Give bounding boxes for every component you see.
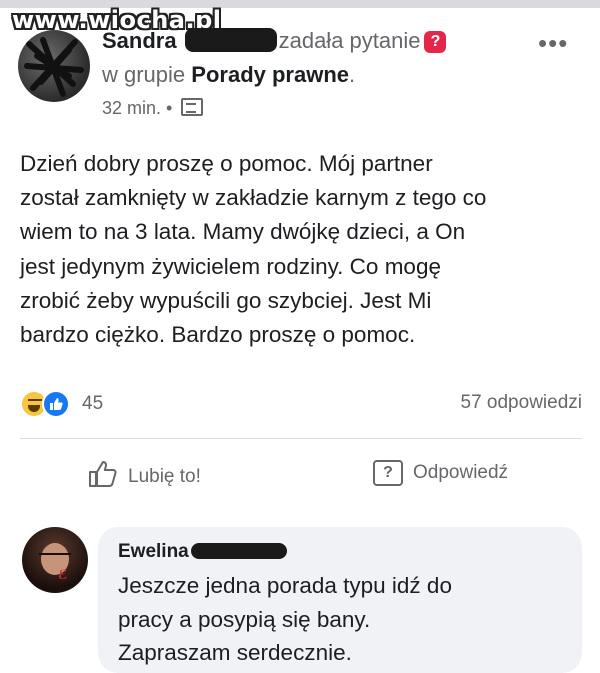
divider: [20, 438, 582, 439]
commenter-avatar[interactable]: ℰ: [22, 527, 88, 593]
reply-button[interactable]: ? Odpowiedź: [373, 460, 508, 486]
redacted-surname: [190, 543, 287, 559]
post-header: Sandra zadała pytanie?: [102, 28, 447, 54]
group-prefix: w grupie: [102, 62, 186, 87]
redaction-scribble: [24, 37, 84, 97]
question-reply-icon: ?: [373, 460, 403, 486]
comment-author[interactable]: Ewelina: [118, 541, 287, 563]
post-body: Dzień dobry proszę o pomoc. Mój partner …: [20, 147, 585, 352]
replies-count-link[interactable]: 57 odpowiedzi: [461, 392, 582, 414]
author-name[interactable]: Sandra: [102, 28, 177, 53]
comment-bubble: Ewelina Jeszcze jedna porada typu idź do…: [98, 527, 582, 673]
post-line: jest jedynym żywicielem rodziny. Co mogę: [20, 253, 441, 279]
avatar-signature: ℰ: [58, 567, 68, 582]
post-line: wiem to na 3 lata. Mamy dwójkę dzieci, a…: [20, 219, 466, 245]
post-line: Dzień dobry proszę o pomoc. Mój partner: [20, 151, 433, 176]
comment-line: Jeszcze jedna porada typu idź do: [118, 573, 452, 598]
thumbs-up-icon: [88, 460, 118, 494]
post-meta: 32 min. •: [102, 98, 204, 119]
time-separator: •: [161, 98, 178, 118]
post-action: zadała pytanie: [278, 28, 421, 53]
more-options-icon[interactable]: •••: [538, 28, 568, 59]
post-line: zrobić żeby wypuścili go szybciej. Jest …: [20, 287, 432, 313]
like-label: Lubię to!: [128, 466, 201, 487]
author-avatar[interactable]: [18, 30, 90, 102]
avatar-glasses: [39, 553, 71, 563]
comment-author-name[interactable]: Ewelina: [118, 541, 189, 562]
comment-line: Zapraszam serdecznie.: [118, 640, 352, 665]
post-time[interactable]: 32 min.: [102, 98, 161, 118]
like-button[interactable]: Lubię to!: [88, 460, 201, 494]
reply-label: Odpowiedź: [413, 462, 509, 483]
group-privacy-icon: [181, 98, 204, 116]
question-icon: ?: [424, 31, 447, 53]
comment-text: Jeszcze jedna porada typu idź do pracy a…: [118, 569, 568, 670]
like-icon: [42, 390, 70, 418]
reaction-count: 45: [82, 393, 104, 414]
post-line: bardzo ciężko. Bardzo proszę o pomoc.: [20, 322, 416, 348]
comment-line: pracy a posypią się bany.: [118, 606, 371, 632]
group-suffix: .: [349, 62, 356, 87]
group-name-link[interactable]: Porady prawne: [191, 62, 349, 87]
redacted-surname: [184, 28, 277, 52]
post-line: został zamknięty w zakładzie karnym z te…: [20, 185, 487, 211]
group-line: w grupie Porady prawne.: [102, 62, 355, 88]
